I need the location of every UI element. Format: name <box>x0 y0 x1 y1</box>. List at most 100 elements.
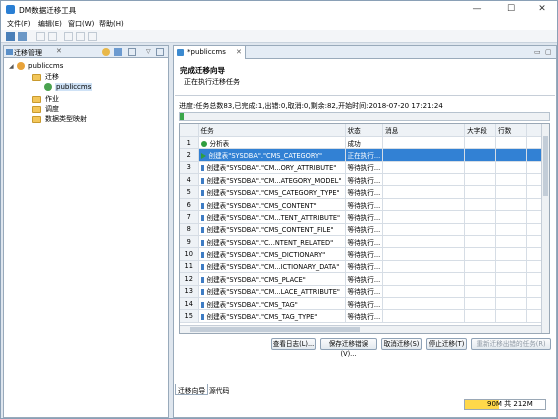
row-number: 14 <box>180 297 199 311</box>
cancel-migration-button[interactable]: 取消迁移(S) <box>381 338 422 350</box>
save-icon[interactable] <box>6 32 15 41</box>
maximize-button[interactable]: ☐ <box>498 1 524 17</box>
tab-publiccms[interactable]: *publiccms ✕ <box>174 46 246 59</box>
table-row[interactable]: 5 创建表"SYSDBA"."CMS_CATEGORY_TYPE" 等待执行... <box>180 185 546 199</box>
maximize-editor-icon[interactable]: ▢ <box>545 48 552 56</box>
undo-icon[interactable] <box>36 32 45 41</box>
table-row[interactable]: 10 创建表"SYSDBA"."CMS_DICTIONARY" 等待执行... <box>180 247 546 261</box>
column-header-message[interactable]: 消息 <box>382 124 466 137</box>
menu-edit[interactable]: 编辑(E) <box>38 19 62 29</box>
tree-item-type-map[interactable]: 数据类型映射 <box>32 114 87 124</box>
retry-failed-button[interactable]: 重新迁移出错的任务(R) <box>471 338 551 350</box>
close-button[interactable]: ✕ <box>529 1 555 17</box>
tree-item-job[interactable]: 作业 <box>32 94 59 104</box>
message-cell <box>382 136 466 150</box>
lob-cell <box>464 309 497 323</box>
column-header-status[interactable]: 状态 <box>345 124 384 137</box>
task-cell: 创建表"SYSDBA"."CM...ORY_ATTRIBUTE" <box>198 161 346 175</box>
menu-bar: 文件(F) 编辑(E) 窗口(W) 帮助(H) <box>1 18 557 30</box>
tree-item-label: 数据类型映射 <box>45 115 87 123</box>
menu-file[interactable]: 文件(F) <box>7 19 31 29</box>
message-cell <box>382 198 466 212</box>
scroll-thumb[interactable] <box>190 327 360 332</box>
pending-icon <box>200 202 204 209</box>
memory-indicator[interactable]: 90M 共 212M <box>464 399 546 410</box>
task-cell: 创建表"SYSDBA"."CMS_CATEGORY_TYPE" <box>198 185 346 199</box>
column-header-rows[interactable]: 行数 <box>495 124 528 137</box>
status-cell: 等待执行... <box>345 185 384 199</box>
minimize-panel-icon[interactable] <box>156 48 164 56</box>
table-row[interactable]: 11 创建表"SYSDBA"."CM...ICTIONARY_DATA" 等待执行.… <box>180 260 546 274</box>
minimize-editor-icon[interactable]: ▭ <box>534 48 541 56</box>
scroll-thumb[interactable] <box>543 136 548 196</box>
app-window: DM数据迁移工具 — ☐ ✕ 文件(F) 编辑(E) 窗口(W) 帮助(H) 迁… <box>0 0 558 419</box>
pending-icon <box>200 227 204 234</box>
task-cell: 创建表"SYSDBA"."CMS_TAG_TYPE" <box>198 309 346 323</box>
table-row[interactable]: 15 创建表"SYSDBA"."CMS_TAG_TYPE" 等待执行... <box>180 309 546 323</box>
status-cell: 等待执行... <box>345 247 384 261</box>
migration-manager-tab[interactable]: 迁移管理 ✕ ▽ <box>4 46 168 58</box>
tree-item-migration[interactable]: 迁移 <box>32 72 59 82</box>
panel-icon <box>6 49 13 55</box>
task-name: 创建表"SYSDBA"."CMS_CATEGORY" <box>208 151 323 160</box>
status-cell: 等待执行... <box>345 161 384 175</box>
tree-item-schedule[interactable]: 调度 <box>32 104 59 114</box>
row-number: 4 <box>180 173 199 187</box>
menu-help[interactable]: 帮助(H) <box>99 19 124 29</box>
tab-label: *publiccms <box>187 48 226 56</box>
close-tab-icon[interactable]: ✕ <box>236 48 242 56</box>
save-error-button[interactable]: 保存迁移错误(V)... <box>320 338 377 358</box>
message-cell <box>382 272 466 286</box>
row-number-header <box>180 124 199 137</box>
pending-icon <box>200 264 204 271</box>
project-icon <box>17 62 25 70</box>
save-all-icon[interactable] <box>18 32 27 41</box>
close-tab-icon[interactable]: ✕ <box>56 47 62 55</box>
stop-migration-button[interactable]: 停止迁移(T) <box>426 338 467 350</box>
table-row[interactable]: 3 创建表"SYSDBA"."CM...ORY_ATTRIBUTE" 等待执行... <box>180 161 546 175</box>
row-number: 3 <box>180 161 199 175</box>
table-row[interactable]: 8 创建表"SYSDBA"."CMS_CONTENT_FILE" 等待执行... <box>180 223 546 237</box>
tree-root[interactable]: ◢ publiccms <box>9 61 63 71</box>
cut-icon[interactable] <box>64 32 73 41</box>
folder-icon <box>32 115 41 123</box>
table-row[interactable]: 13 创建表"SYSDBA"."CM...LACE_ATTRIBUTE" 等待执行.… <box>180 285 546 298</box>
column-header-task[interactable]: 任务 <box>198 124 346 137</box>
table-row[interactable]: 6 创建表"SYSDBA"."CMS_CONTENT" 等待执行... <box>180 198 546 212</box>
tab-migration-wizard[interactable]: 迁移向导 <box>175 384 209 395</box>
task-name: 创建表"SYSDBA"."CM...LACE_ATTRIBUTE" <box>206 288 340 297</box>
view-log-button[interactable]: 查看日志(L)... <box>271 338 316 350</box>
table-row[interactable]: 14 创建表"SYSDBA"."CMS_TAG" 等待执行... <box>180 297 546 311</box>
new-project-icon[interactable] <box>102 48 110 56</box>
collapse-all-icon[interactable] <box>128 48 136 56</box>
message-cell <box>382 148 466 162</box>
message-cell <box>382 173 466 187</box>
tab-source-code[interactable]: 源代码 <box>207 384 231 395</box>
task-grid[interactable]: 任务 状态 消息 大字段 行数 1 分析表 成功 2 创建表"SYSDBA"."CMS_… <box>179 123 550 334</box>
horizontal-scrollbar[interactable] <box>180 325 541 333</box>
tree-item-migration-publiccms[interactable]: publiccms <box>44 82 93 92</box>
minimize-button[interactable]: — <box>464 1 490 17</box>
progress-summary: 进度:任务总数83,已完成:1,出错:0,取消:0,剩余:82,开始时间:201… <box>179 102 443 110</box>
rows-cell <box>495 297 528 311</box>
table-row[interactable]: 1 分析表 成功 <box>180 136 546 150</box>
table-row[interactable]: 4 创建表"SYSDBA"."CM...ATEGORY_MODEL" 等待执行... <box>180 173 546 187</box>
column-header-lob[interactable]: 大字段 <box>464 124 497 137</box>
vertical-scrollbar[interactable] <box>541 124 549 333</box>
editor-panel: *publiccms ✕ ▭ ▢ 完成迁移向导 正在执行迁移任务 进度:任务总数… <box>173 45 557 418</box>
redo-icon[interactable] <box>48 32 57 41</box>
refresh-icon[interactable] <box>114 48 122 56</box>
rows-cell <box>495 235 528 249</box>
task-cell: 创建表"SYSDBA"."CM...ATEGORY_MODEL" <box>198 173 346 187</box>
table-row[interactable]: 7 创建表"SYSDBA"."CM...TENT_ATTRIBUTE" 等待执行..… <box>180 210 546 224</box>
success-icon <box>200 140 207 147</box>
paste-icon[interactable] <box>88 32 97 41</box>
view-menu-icon[interactable]: ▽ <box>146 48 154 56</box>
copy-icon[interactable] <box>76 32 85 41</box>
memory-text: 90M 共 212M <box>487 400 533 408</box>
table-row[interactable]: 2 创建表"SYSDBA"."CMS_CATEGORY" 正在执行... <box>180 148 546 162</box>
menu-window[interactable]: 窗口(W) <box>68 19 94 29</box>
table-row[interactable]: 9 创建表"SYSDBA"."C...NTENT_RELATED" 等待执行... <box>180 235 546 249</box>
collapse-icon[interactable]: ◢ <box>9 63 17 70</box>
table-row[interactable]: 12 创建表"SYSDBA"."CMS_PLACE" 等待执行... <box>180 272 546 286</box>
